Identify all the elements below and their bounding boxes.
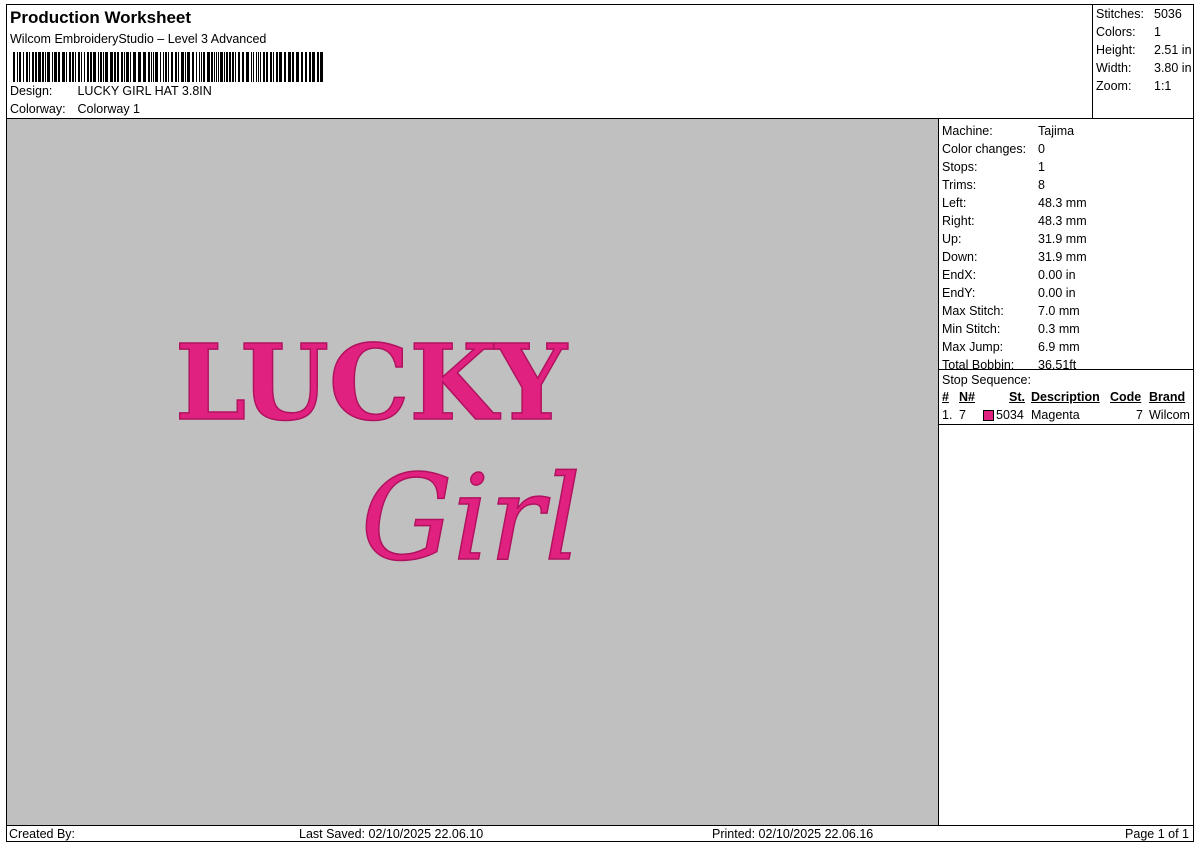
stat-stitches: Stitches: 5036 <box>1096 7 1192 25</box>
stat-value: 1 <box>1154 25 1161 39</box>
row-brand: Wilcom <box>1149 408 1190 422</box>
stat-label: Height: <box>1096 43 1136 57</box>
colorway-label: Colorway: <box>10 102 66 116</box>
info-label: Right: <box>942 214 975 228</box>
stat-width: Width: 3.80 in <box>1096 61 1192 79</box>
info-up: Up: 31.9 mm <box>942 232 1192 250</box>
info-endy: EndY: 0.00 in <box>942 286 1192 304</box>
info-value: 0.00 in <box>1038 268 1076 282</box>
stat-height: Height: 2.51 in <box>1096 43 1192 61</box>
info-value: 6.9 mm <box>1038 340 1080 354</box>
stat-value: 3.80 in <box>1154 61 1192 75</box>
worksheet-footer: Created By: Last Saved: 02/10/2025 22.06… <box>7 825 1193 841</box>
info-stops: Stops: 1 <box>942 160 1192 178</box>
row-number: 1. <box>942 408 953 422</box>
info-label: Left: <box>942 196 967 210</box>
info-right: Right: 48.3 mm <box>942 214 1192 232</box>
column-header-description: Description <box>1031 390 1100 404</box>
design-value: LUCKY GIRL HAT 3.8IN <box>77 84 212 98</box>
info-trims: Trims: 8 <box>942 178 1192 196</box>
design-text-lucky: LUCKY <box>175 321 569 444</box>
design-stats: Stitches: 5036 Colors: 1 Height: 2.51 in… <box>1093 5 1193 119</box>
info-label: Stops: <box>942 160 978 174</box>
info-value: 0 <box>1038 142 1045 156</box>
last-saved: Last Saved: 02/10/2025 22.06.10 <box>299 827 484 841</box>
software-name: Wilcom EmbroideryStudio – Level 3 Advanc… <box>10 32 267 46</box>
design-text-girl: Girl <box>361 449 581 587</box>
stat-label: Stitches: <box>1096 7 1144 21</box>
design-row: Design: LUCKY GIRL HAT 3.8IN <box>10 84 212 98</box>
info-value: Tajima <box>1038 124 1075 138</box>
worksheet-title: Production Worksheet <box>10 8 192 27</box>
info-label: Min Stitch: <box>942 322 1001 336</box>
design-label: Design: <box>10 84 53 98</box>
stat-label: Zoom: <box>1096 79 1132 93</box>
stat-label: Width: <box>1096 61 1132 75</box>
stop-sequence: Stop Sequence: # N# St. Description Code… <box>939 369 1193 425</box>
machine-info-panel: Machine: Tajima Color changes: 0 Stops: 1 T… <box>939 119 1193 825</box>
info-label: Up: <box>942 232 962 246</box>
column-header-number: # <box>942 390 949 404</box>
info-value: 48.3 mm <box>1038 196 1087 210</box>
worksheet-header: Production Worksheet Wilcom EmbroiderySt… <box>7 5 1093 119</box>
colorway-row: Colorway: Colorway 1 <box>10 102 140 116</box>
thread-color-swatch <box>983 410 994 421</box>
info-value: 7.0 mm <box>1038 304 1080 318</box>
info-color-changes: Color changes: 0 <box>942 142 1192 160</box>
row-stitches: 5034 <box>996 408 1024 422</box>
barcode-icon <box>13 52 323 82</box>
info-down: Down: 31.9 mm <box>942 250 1192 268</box>
stat-value: 2.51 in <box>1154 43 1192 57</box>
stat-value: 5036 <box>1154 7 1182 21</box>
info-min-stitch: Min Stitch: 0.3 mm <box>942 322 1192 340</box>
info-value: 1 <box>1038 160 1045 174</box>
info-label: EndX: <box>942 268 977 282</box>
info-label: Max Jump: <box>942 340 1004 354</box>
stat-zoom: Zoom: 1:1 <box>1096 79 1192 97</box>
design-preview: LUCKY Girl <box>7 119 939 825</box>
column-header-code: Code <box>1110 390 1142 404</box>
stat-label: Colors: <box>1096 25 1136 39</box>
info-endx: EndX: 0.00 in <box>942 268 1192 286</box>
info-value: 31.9 mm <box>1038 232 1087 246</box>
colorway-value: Colorway 1 <box>77 102 141 116</box>
column-header-brand: Brand <box>1149 390 1186 404</box>
info-label: Trims: <box>942 178 977 192</box>
info-value: 8 <box>1038 178 1045 192</box>
row-code: 7 <box>1136 408 1143 422</box>
info-label: Color changes: <box>942 142 1027 156</box>
printed-date: Printed: 02/10/2025 22.06.16 <box>712 827 874 841</box>
info-label: Machine: <box>942 124 993 138</box>
info-left: Left: 48.3 mm <box>942 196 1192 214</box>
page-number: Page 1 of 1 <box>1125 827 1189 841</box>
created-by: Created By: <box>9 827 76 841</box>
info-max-jump: Max Jump: 6.9 mm <box>942 340 1192 358</box>
stat-value: 1:1 <box>1154 79 1172 93</box>
embroidery-design: LUCKY Girl <box>174 320 582 588</box>
info-max-stitch: Max Stitch: 7.0 mm <box>942 304 1192 322</box>
column-header-needle: N# <box>959 390 975 404</box>
info-value: 0.3 mm <box>1038 322 1080 336</box>
info-label: EndY: <box>942 286 976 300</box>
info-value: 0.00 in <box>1038 286 1076 300</box>
info-label: Max Stitch: <box>942 304 1004 318</box>
stat-colors: Colors: 1 <box>1096 25 1192 43</box>
info-label: Down: <box>942 250 978 264</box>
row-description: Magenta <box>1031 408 1080 422</box>
info-machine: Machine: Tajima <box>942 124 1192 142</box>
production-worksheet: Production Worksheet Wilcom EmbroiderySt… <box>6 4 1194 842</box>
info-value: 48.3 mm <box>1038 214 1087 228</box>
info-value: 31.9 mm <box>1038 250 1087 264</box>
column-header-stitches: St. <box>1009 390 1025 404</box>
row-needle: 7 <box>959 408 966 422</box>
stop-sequence-title: Stop Sequence: <box>942 373 1031 387</box>
